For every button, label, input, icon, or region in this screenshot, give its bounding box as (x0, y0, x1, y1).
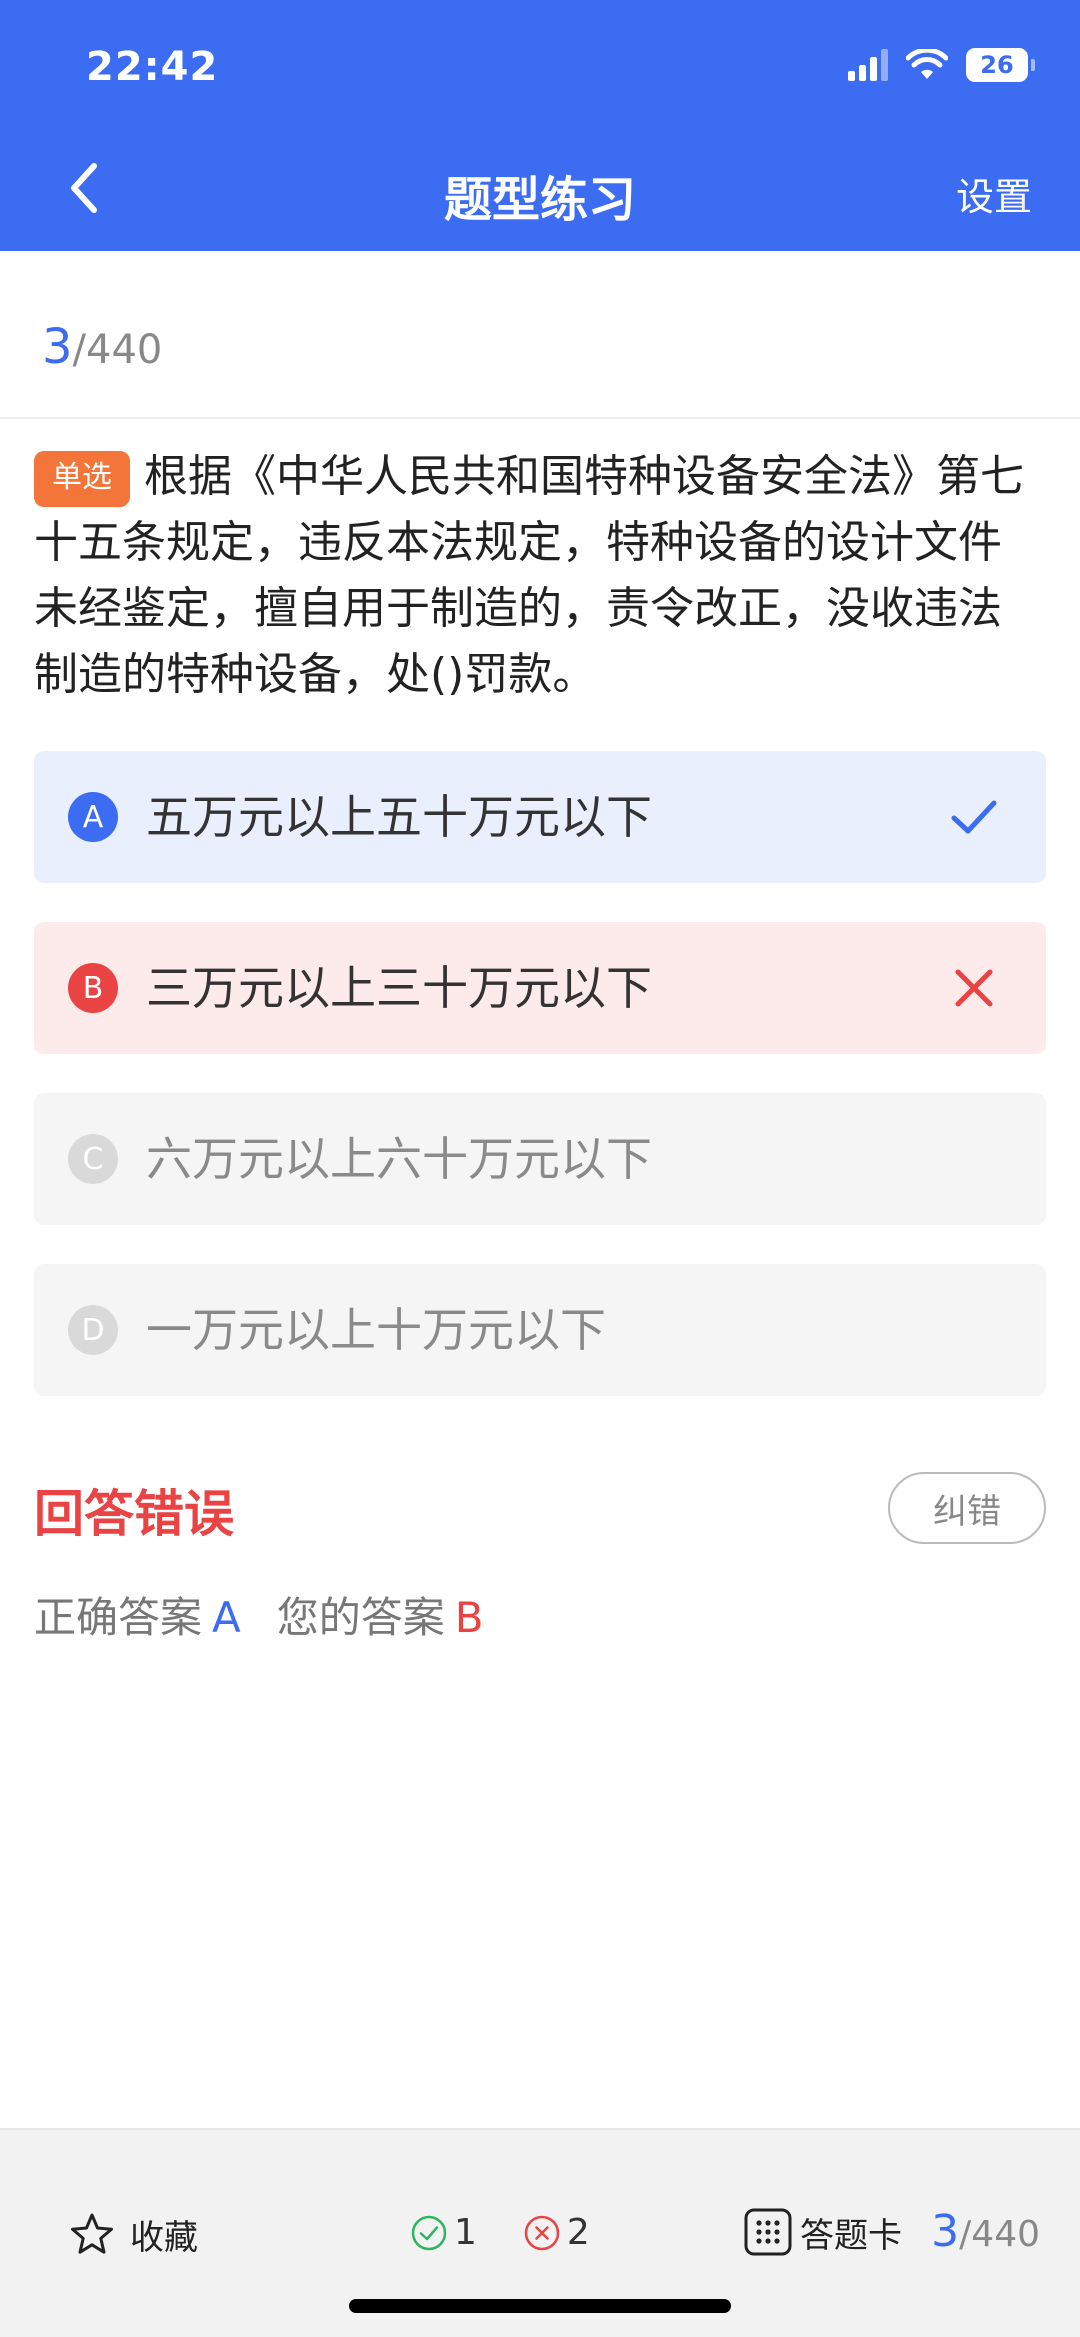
status-time: 22:42 (86, 44, 219, 90)
option-a[interactable]: A 五万元以上五十万元以下 (34, 751, 1046, 883)
question: 单选 根据《中华人民共和国特种设备安全法》第七十五条规定，违反本法规定，特种设备的… (34, 444, 1044, 708)
option-letter: C (68, 1134, 118, 1184)
option-letter: D (68, 1305, 118, 1355)
battery-icon: 26 (966, 48, 1035, 82)
question-type-tag: 单选 (34, 451, 130, 507)
battery-level: 26 (980, 51, 1014, 79)
favorite-button[interactable]: 收藏 (68, 2210, 198, 2259)
star-icon (71, 2213, 113, 2254)
check-circle-icon (411, 2215, 447, 2250)
cross-icon (955, 969, 993, 1007)
answer-card-label: 答题卡 (800, 2215, 902, 2256)
option-text: 五万元以上五十万元以下 (146, 790, 652, 844)
cross-circle-icon (524, 2215, 560, 2250)
your-answer-value: B (454, 1593, 484, 1642)
wrong-count-value: 2 (566, 2212, 590, 2253)
header: 22:42 26 题型练习 设置 (0, 0, 1080, 251)
progress-current: 3 (42, 319, 73, 375)
bottom-progress: 3/440 (931, 2206, 1040, 2257)
right-count: 1 (410, 2212, 477, 2253)
answer-summary: 正确答案 A 您的答案 B (34, 1584, 484, 1645)
option-d[interactable]: D 一万元以上十万元以下 (34, 1264, 1046, 1396)
option-b[interactable]: B 三万元以上三十万元以下 (34, 922, 1046, 1054)
option-text: 一万元以上十万元以下 (146, 1303, 606, 1357)
option-c[interactable]: C 六万元以上六十万元以下 (34, 1093, 1046, 1225)
option-text: 三万元以上三十万元以下 (146, 961, 652, 1015)
page-title: 题型练习 (443, 172, 636, 228)
option-text: 六万元以上六十万元以下 (146, 1132, 652, 1186)
check-icon (951, 800, 997, 834)
grid-icon (744, 2208, 792, 2256)
signal-icon (848, 49, 888, 81)
option-letter: A (68, 792, 118, 842)
report-error-button[interactable]: 纠错 (888, 1472, 1046, 1544)
bottom-progress-total: /440 (959, 2214, 1040, 2255)
answer-card-button[interactable]: 答题卡 (742, 2206, 902, 2258)
your-answer-label: 您的答案 (276, 1593, 445, 1642)
question-text: 根据《中华人民共和国特种设备安全法》第七十五条规定，违反本法规定，特种设备的设计… (34, 451, 1024, 700)
right-count-value: 1 (454, 2212, 477, 2253)
option-letter: B (68, 963, 118, 1013)
progress-row: 3/440 (0, 251, 1080, 419)
question-progress: 3/440 (42, 319, 162, 375)
correct-answer-value: A (212, 1593, 241, 1642)
answer-counts: 1 2 (410, 2212, 636, 2253)
result-title: 回答错误 (34, 1485, 234, 1543)
wifi-icon (906, 49, 948, 79)
bottom-progress-current: 3 (931, 2206, 960, 2257)
progress-total: /440 (72, 327, 163, 373)
correct-answer-label: 正确答案 (34, 1593, 203, 1642)
home-indicator (349, 2299, 731, 2313)
wrong-count: 2 (523, 2212, 590, 2253)
settings-button[interactable]: 设置 (956, 166, 1032, 221)
status-icons: 26 (848, 48, 1035, 82)
favorite-label: 收藏 (130, 2218, 198, 2258)
